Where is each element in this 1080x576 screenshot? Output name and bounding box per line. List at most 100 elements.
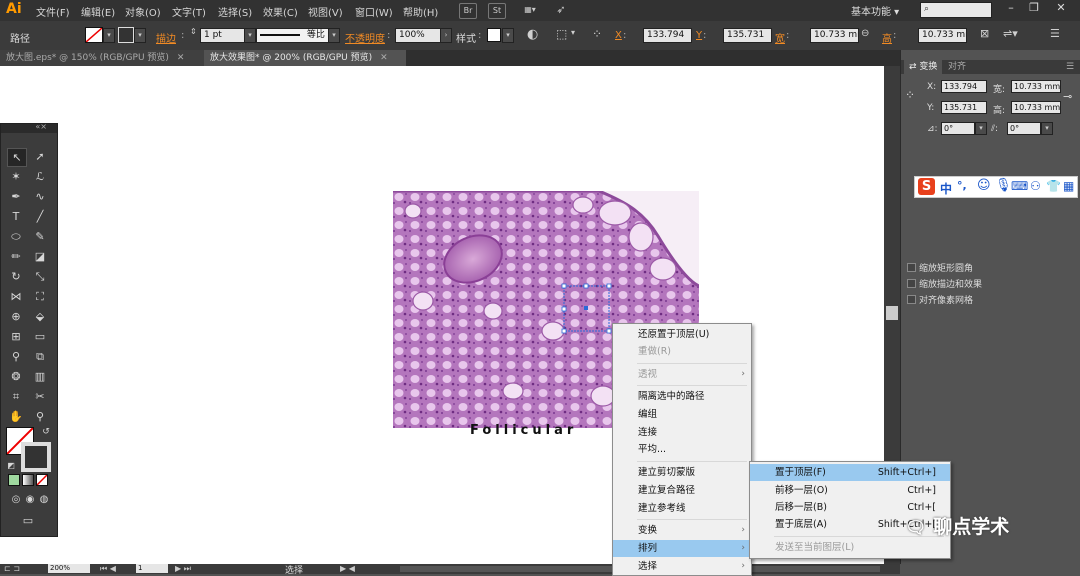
reference-point-icon[interactable]: ⁘: [905, 88, 915, 102]
vertical-scroll-thumb[interactable]: [886, 306, 898, 320]
magic-wand-tool-icon[interactable]: ✶: [7, 168, 25, 185]
width-tool-icon[interactable]: ⋈: [7, 288, 25, 305]
blend-tool-icon[interactable]: ⧉: [31, 348, 49, 365]
menu-edit[interactable]: 编辑(E): [81, 4, 115, 19]
skin-shirt-icon[interactable]: 👕: [1046, 179, 1061, 193]
default-colors-icon[interactable]: ◩: [2, 457, 20, 474]
pencil-tool-icon[interactable]: ✏: [7, 248, 25, 265]
fill-dropdown[interactable]: ▾: [103, 28, 115, 43]
search-input[interactable]: ⌕: [920, 2, 992, 18]
stroke-color-box[interactable]: [21, 442, 51, 472]
height-label[interactable]: 高: [882, 30, 892, 45]
width-label[interactable]: 宽: [775, 30, 785, 45]
ime-toolbar[interactable]: S 中 °, ☺ 🎙 ⌨ ⚇ 👕 ▦: [914, 176, 1078, 198]
menu-select[interactable]: 选择(S): [218, 4, 252, 19]
align-to-dropdown[interactable]: ▾: [571, 28, 575, 37]
stroke-weight-field[interactable]: 1 pt: [200, 28, 249, 43]
selection-tool-icon[interactable]: ↖: [7, 148, 27, 167]
emoji-icon[interactable]: ☺: [977, 178, 991, 193]
close-icon[interactable]: ✕: [177, 53, 185, 63]
status-menu-icon[interactable]: ▶ ◀: [340, 564, 355, 573]
menu-type[interactable]: 文字(T): [172, 4, 206, 19]
tab-transform[interactable]: ⇄ 变换: [904, 60, 943, 74]
ime-mode-label[interactable]: 中: [940, 180, 952, 197]
swap-colors-icon[interactable]: ↺: [37, 424, 55, 441]
mesh-tool-icon[interactable]: ⊞: [7, 328, 25, 345]
line-tool-icon[interactable]: ╱: [31, 208, 49, 225]
menu-item-transform[interactable]: 变换 ›: [613, 522, 751, 539]
rotate-field[interactable]: 0°: [941, 122, 975, 135]
close-button[interactable]: ✕: [1050, 1, 1072, 18]
scale-corners-checkbox[interactable]: [907, 263, 916, 272]
bridge-icon[interactable]: Br: [459, 3, 477, 19]
none-mode-icon[interactable]: [36, 474, 48, 486]
shear-field[interactable]: 0°: [1007, 122, 1041, 135]
menu-help[interactable]: 帮助(H): [403, 4, 438, 19]
panel-width-field[interactable]: 10.733 mm: [1011, 80, 1061, 93]
opacity-dropdown[interactable]: ›: [440, 28, 452, 43]
fill-swatch[interactable]: [85, 27, 103, 43]
stroke-swatch-dropdown[interactable]: ▾: [134, 28, 146, 43]
tab-zoom-eps[interactable]: 放大图.eps* @ 150% (RGB/GPU 预览) ✕: [0, 50, 204, 66]
graphic-style-swatch[interactable]: [487, 28, 501, 42]
scale-strokes-checkbox[interactable]: [907, 279, 916, 288]
lasso-tool-icon[interactable]: ℒ: [31, 168, 49, 185]
scale-tool-icon[interactable]: ⤡: [31, 268, 49, 285]
gradient-mode-icon[interactable]: [22, 474, 34, 486]
color-mode-icon[interactable]: [8, 474, 20, 486]
height-field[interactable]: 10.733 mm: [918, 28, 967, 43]
collapse-icon[interactable]: «×: [35, 122, 47, 131]
zoom-field[interactable]: 200%: [48, 564, 90, 573]
pen-tool-icon[interactable]: ✒: [7, 188, 25, 205]
free-transform-tool-icon[interactable]: ⛶: [31, 288, 49, 305]
menu-item-select[interactable]: 选择 ›: [613, 558, 751, 575]
perspective-grid-tool-icon[interactable]: ⬙: [31, 308, 49, 325]
eraser-tool-icon[interactable]: ◪: [31, 248, 49, 265]
shear-dropdown[interactable]: ▾: [1041, 122, 1053, 135]
stroke-weight-dropdown[interactable]: ▾: [244, 28, 256, 43]
gpu-performance-icon[interactable]: ➶: [553, 3, 569, 17]
paintbrush-tool-icon[interactable]: ✎: [31, 228, 49, 245]
x-label[interactable]: X: [615, 30, 622, 41]
direct-selection-tool-icon[interactable]: ➚: [31, 148, 49, 165]
rotate-dropdown[interactable]: ▾: [975, 122, 987, 135]
menu-item-bring-forward[interactable]: 前移一层(O) Ctrl+]: [750, 482, 950, 499]
gradient-tool-icon[interactable]: ▭: [31, 328, 49, 345]
stroke-stepper[interactable]: ⇕: [190, 27, 197, 36]
zoom-tool-icon[interactable]: ⚲: [31, 408, 49, 425]
menu-item-make-clipping-mask[interactable]: 建立剪切蒙版: [613, 464, 751, 481]
curvature-tool-icon[interactable]: ∿: [31, 188, 49, 205]
y-field[interactable]: 135.731: [723, 28, 772, 43]
grid-menu-icon[interactable]: ▦: [1063, 179, 1074, 193]
artboard-nav-icon[interactable]: ⊏ ⊐: [4, 564, 20, 573]
keyboard-icon[interactable]: ⌨: [1011, 179, 1028, 193]
arrange-documents-icon[interactable]: ▦▾: [518, 3, 542, 17]
stock-icon[interactable]: St: [488, 3, 506, 19]
minimize-button[interactable]: –: [1000, 1, 1022, 18]
transform-icon[interactable]: ⊠: [980, 27, 989, 40]
menu-item-bring-to-front[interactable]: 置于顶层(F) Shift+Ctrl+]: [750, 464, 950, 481]
align-to-icon[interactable]: ⬚: [556, 27, 567, 41]
stroke-swatch[interactable]: [118, 27, 134, 43]
x-field[interactable]: 133.794: [643, 28, 692, 43]
type-tool-icon[interactable]: T: [7, 208, 25, 225]
align-pixel-grid-checkbox[interactable]: [907, 295, 916, 304]
tab-align[interactable]: 对齐: [943, 60, 971, 74]
recolor-icon[interactable]: ◐: [527, 27, 538, 42]
menu-item-group[interactable]: 编组: [613, 406, 751, 423]
eyedropper-tool-icon[interactable]: ⚲: [7, 348, 25, 365]
stroke-profile-dropdown[interactable]: ▾: [328, 28, 340, 43]
symbol-sprayer-tool-icon[interactable]: ❂: [7, 368, 25, 385]
ime-punct-label[interactable]: °,: [957, 179, 967, 192]
link-proportions-icon[interactable]: ⊖: [861, 28, 869, 39]
stroke-profile-select[interactable]: 等比: [256, 28, 331, 43]
menu-window[interactable]: 窗口(W): [355, 4, 393, 19]
isolate-icon[interactable]: ⇌▾: [1003, 27, 1018, 40]
menu-effect[interactable]: 效果(C): [263, 4, 298, 19]
panel-x-field[interactable]: 133.794: [941, 80, 987, 93]
draw-inside-icon[interactable]: ◍: [35, 491, 53, 508]
rotate-tool-icon[interactable]: ↻: [7, 268, 25, 285]
microphone-icon[interactable]: 🎙: [995, 178, 1012, 193]
link-proportions-icon[interactable]: ⊸: [1063, 90, 1072, 103]
menu-item-join[interactable]: 连接: [613, 424, 751, 441]
